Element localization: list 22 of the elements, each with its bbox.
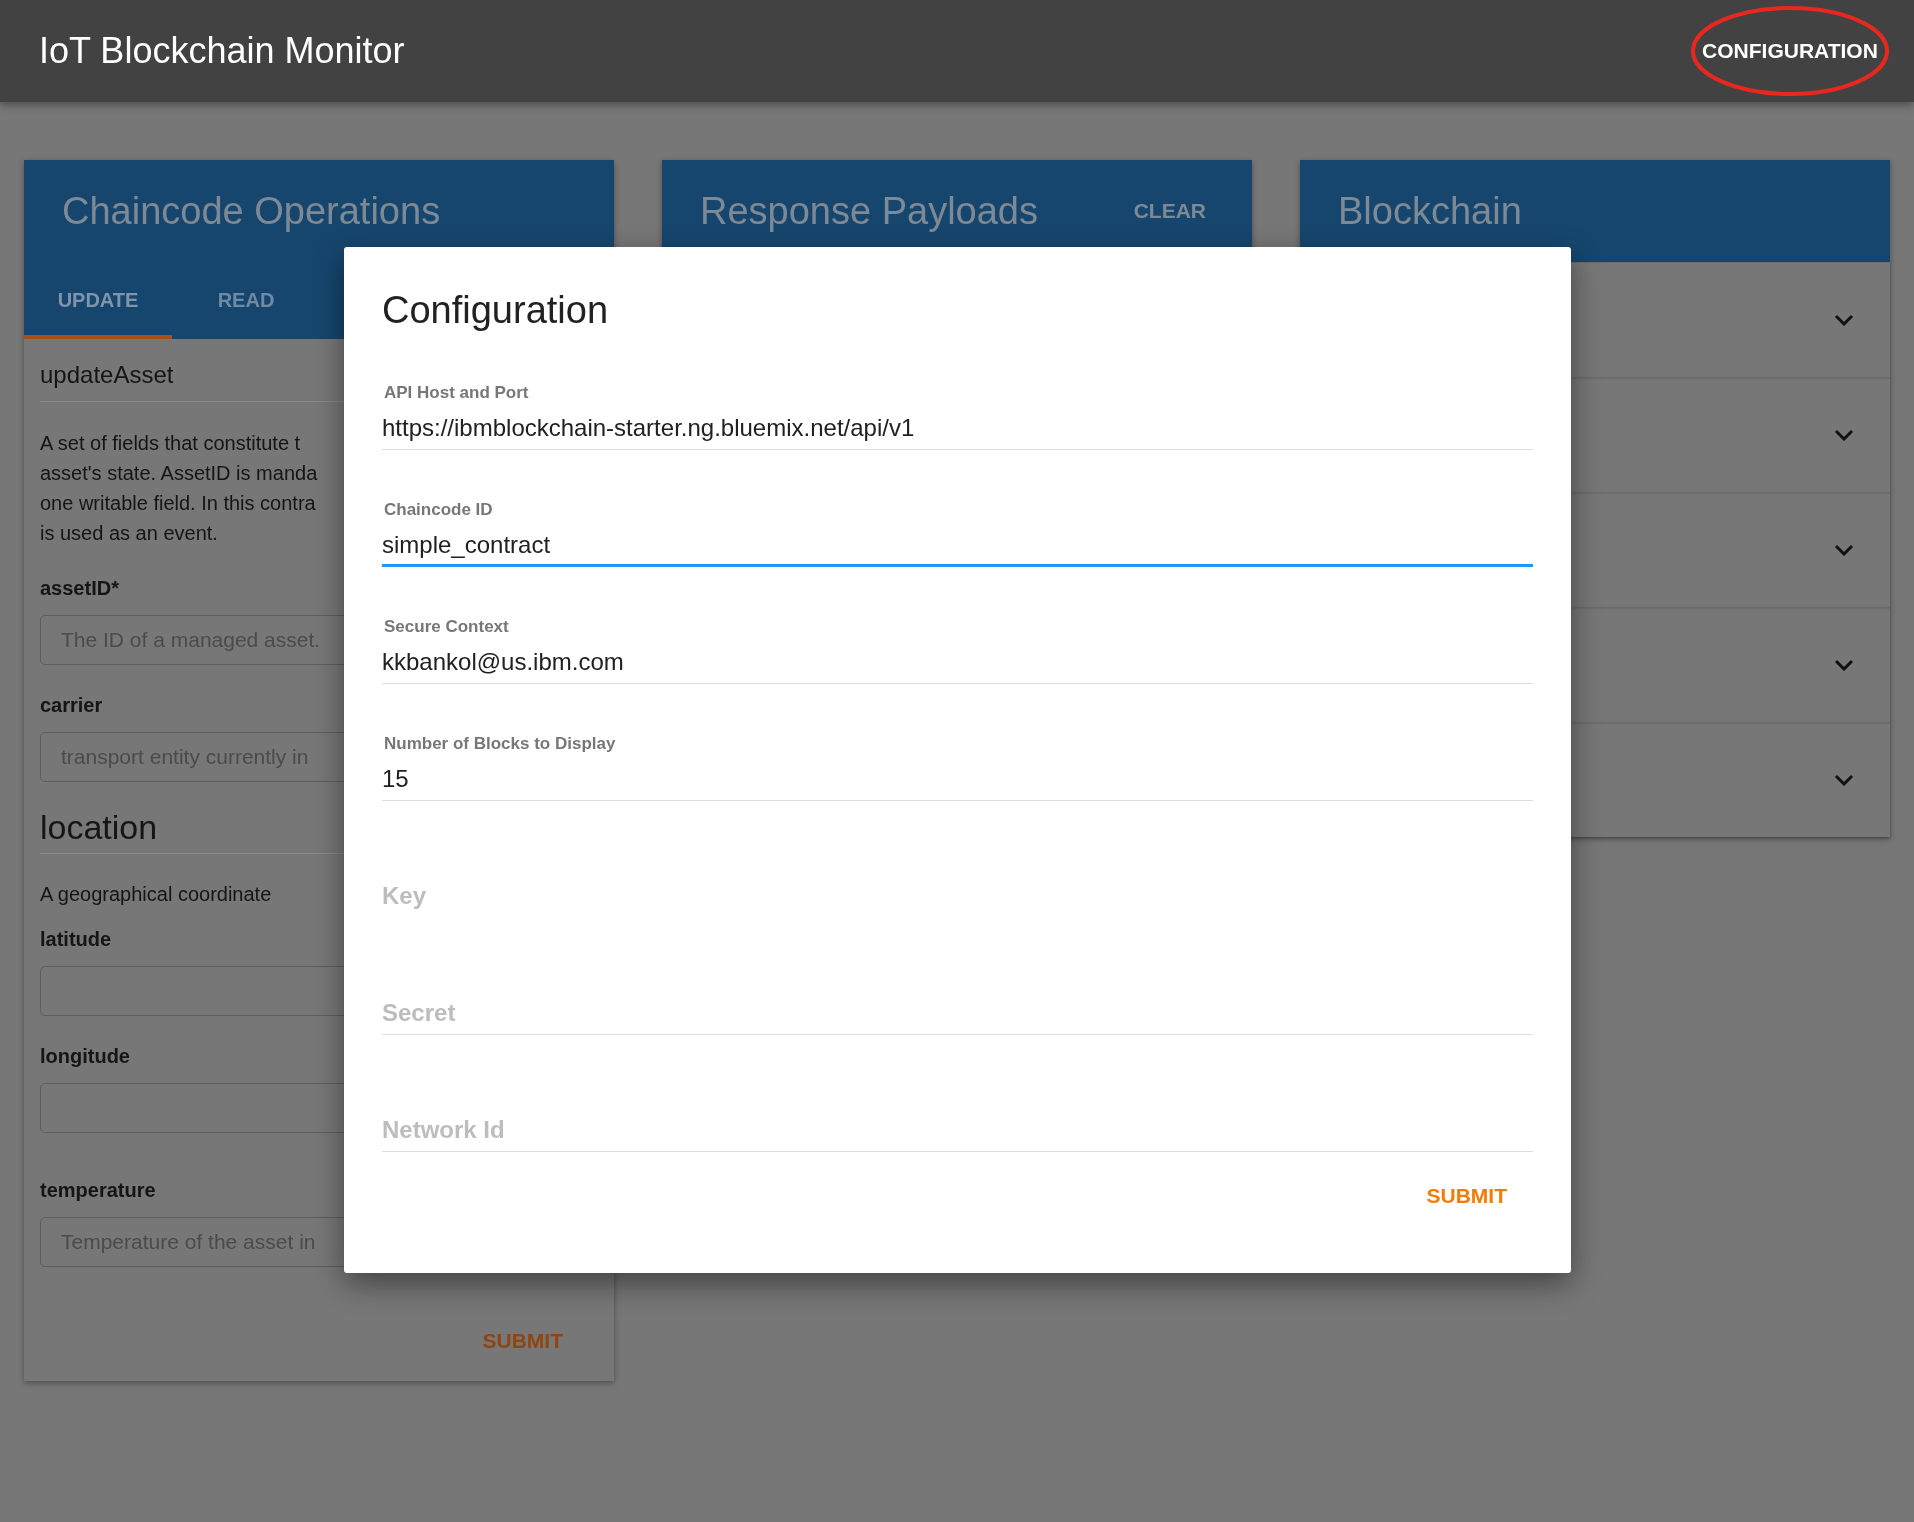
- text-field[interactable]: Network Id: [382, 1114, 1533, 1152]
- card-title: Blockchain: [1338, 189, 1522, 233]
- text-field[interactable]: Secret: [382, 997, 1533, 1035]
- text-field[interactable]: https://ibmblockchain-starter.ng.bluemix.net/api/v1: [382, 412, 1533, 450]
- field-label: latitude: [40, 927, 112, 952]
- field-label: longitude: [40, 1044, 130, 1069]
- field-label: assetID*: [40, 576, 119, 601]
- text-field[interactable]: 15: [382, 763, 1533, 801]
- section-description: A geographical coordinate: [40, 883, 272, 906]
- field-label: carrier: [40, 693, 103, 718]
- text-field[interactable]: kkbankol@us.ibm.com: [382, 646, 1533, 684]
- text-field[interactable]: simple_contract: [382, 529, 1533, 567]
- field-label: Secure Context: [384, 616, 509, 638]
- card-title: Response Payloads: [700, 189, 1038, 233]
- text-field[interactable]: Key: [382, 880, 1533, 918]
- card-title: Chaincode Operations: [62, 189, 441, 233]
- field-label: API Host and Port: [384, 382, 529, 404]
- description-text: A set of fields that constitute t asset's state. AssetID is manda one writable field. In this contra is used as an event.: [40, 431, 318, 546]
- app-title: IoT Blockchain Monitor: [39, 30, 405, 72]
- field-label: Chaincode ID: [384, 499, 493, 521]
- field-label: temperature: [40, 1178, 156, 1203]
- dialog-title: Configuration: [382, 288, 610, 333]
